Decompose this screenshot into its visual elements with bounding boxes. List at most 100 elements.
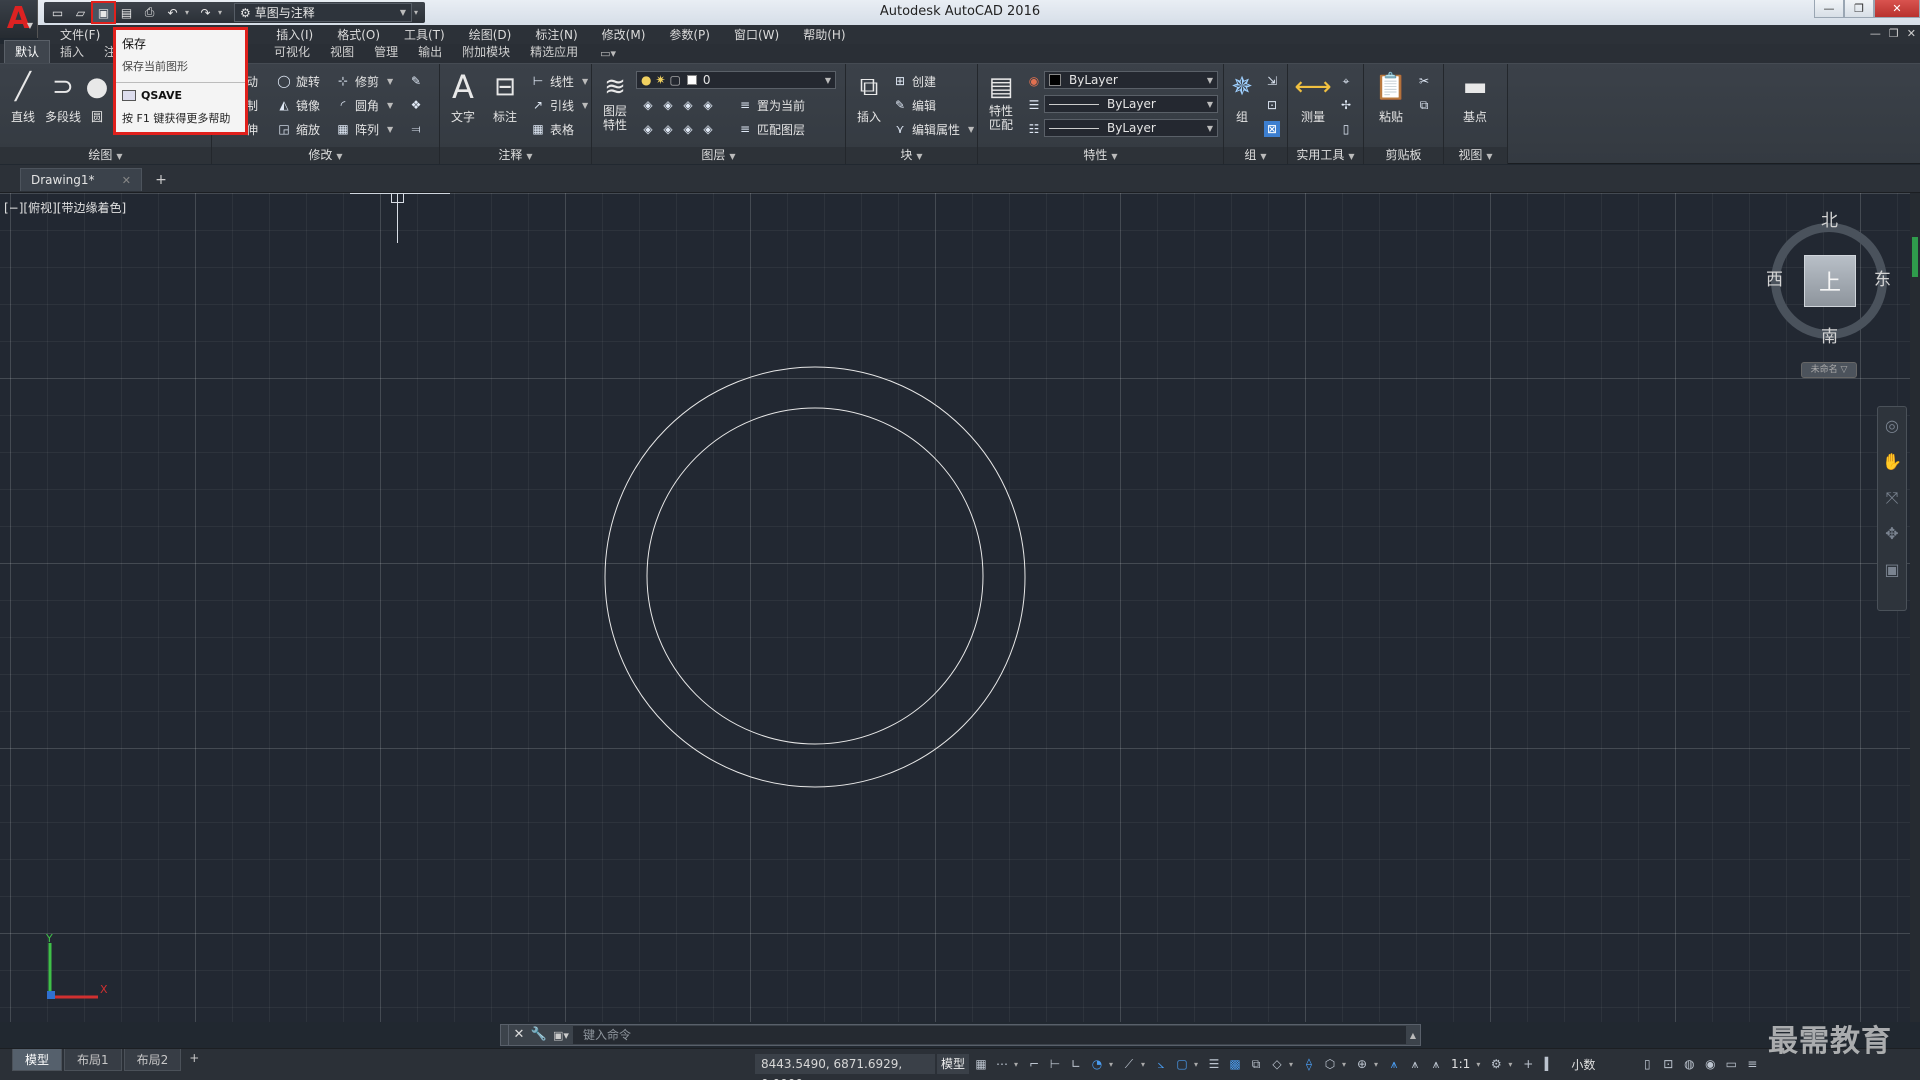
layer-select[interactable]: ● ✷ ▢ 0 ▼ <box>636 71 836 89</box>
command-prompt-icon[interactable]: ▣▾ <box>549 1029 573 1042</box>
polar-tracking-icon[interactable]: ◔ <box>1088 1055 1106 1073</box>
open-icon[interactable]: ▱ <box>70 3 91 22</box>
layer-thaw-icon[interactable]: ◈ <box>680 121 696 137</box>
compass-south[interactable]: 南 <box>1821 322 1838 347</box>
linetype-icon[interactable]: ☰ <box>1026 95 1042 115</box>
trim-button[interactable]: ⊹ 修剪 ▼ <box>335 71 393 91</box>
chevron-down-icon[interactable]: ▾ <box>1508 1060 1516 1069</box>
hardware-accel-icon[interactable]: ◉ <box>1701 1055 1719 1073</box>
array-button[interactable]: ▦ 阵列 ▼ <box>335 119 393 139</box>
chevron-down-icon[interactable]: ▾ <box>1476 1060 1484 1069</box>
transparency-icon[interactable]: ▩ <box>1226 1055 1244 1073</box>
layer-freeze-icon[interactable]: ◈ <box>680 97 696 113</box>
snap-icon[interactable]: ⋯ <box>993 1055 1011 1073</box>
new-icon[interactable]: ▭ <box>47 3 68 22</box>
create-block-button[interactable]: ⊞ 创建 <box>892 71 936 91</box>
linetype-select[interactable]: ByLayer ▼ <box>1044 95 1218 113</box>
paste-button[interactable]: 📋 粘贴 <box>1370 70 1412 125</box>
infer-constraints-icon[interactable]: ⌐ <box>1025 1055 1043 1073</box>
dynamic-ucs-icon[interactable]: ⟠ <box>1300 1055 1318 1073</box>
close-icon[interactable]: ✕ <box>122 174 131 187</box>
add-layout-button[interactable]: + <box>183 1049 205 1067</box>
redo-dropdown-icon[interactable]: ▾ <box>218 8 226 17</box>
saveas-icon[interactable]: ▤ <box>116 3 137 22</box>
gizmo-icon[interactable]: ⊕ <box>1353 1055 1371 1073</box>
base-view-button[interactable]: ▬ 基点 <box>1454 70 1496 125</box>
measure-button[interactable]: ⟷ 测量 <box>1292 70 1334 125</box>
workspace-gear-icon[interactable]: ⚙ <box>1487 1055 1505 1073</box>
wcs-menu[interactable]: 未命名 ▽ <box>1801 362 1857 378</box>
table-button[interactable]: ▦ 表格 <box>530 119 574 139</box>
menu-modify[interactable]: 修改(M) <box>590 26 658 43</box>
command-line-grip[interactable] <box>501 1025 509 1045</box>
point-icon[interactable]: ✢ <box>1338 95 1354 115</box>
save-icon[interactable]: ▣ <box>91 1 116 24</box>
insert-block-button[interactable]: ⧉ 插入 <box>848 70 890 125</box>
edit-block-button[interactable]: ✎ 编辑 <box>892 95 936 115</box>
object-snap-icon[interactable]: ▢ <box>1173 1055 1191 1073</box>
units-value[interactable]: 小数 <box>1571 1056 1595 1073</box>
scale-button[interactable]: ◲ 缩放 <box>276 119 320 139</box>
redo-icon[interactable]: ↷ <box>195 3 216 22</box>
chevron-down-icon[interactable]: ▾ <box>1141 1060 1149 1069</box>
group-edit-icon[interactable]: ⊡ <box>1264 95 1280 115</box>
workspace-switcher[interactable]: ⚙ 草图与注释 ▼ <box>234 3 412 22</box>
undo-icon[interactable]: ↶ <box>162 3 183 22</box>
panel-view-title[interactable]: 视图 ▼ <box>1444 147 1507 164</box>
panel-groups-title[interactable]: 组 ▼ <box>1224 147 1287 164</box>
tab-addins[interactable]: 附加模块 <box>452 41 520 63</box>
ribbon-minimize-icon[interactable]: ▭▾ <box>600 47 616 63</box>
undo-dropdown-icon[interactable]: ▾ <box>185 8 193 17</box>
chevron-down-icon[interactable]: ▾ <box>1109 1060 1117 1069</box>
object-snap-tracking-icon[interactable]: ⦣ <box>1152 1055 1170 1073</box>
customize-qat-icon[interactable]: ▾ <box>414 8 422 17</box>
chevron-down-icon[interactable]: ▾ <box>1374 1060 1382 1069</box>
vertical-scrollbar[interactable] <box>1910 193 1920 1022</box>
selection-cycling-icon[interactable]: ⧉ <box>1247 1055 1265 1073</box>
set-current-button[interactable]: ≡ 置为当前 <box>737 95 805 115</box>
chevron-down-icon[interactable]: ▾ <box>1014 1060 1022 1069</box>
viewcube[interactable]: 上 北 南 东 西 <box>1766 211 1892 353</box>
layer-unisolate-icon[interactable]: ◈ <box>660 121 676 137</box>
line-button[interactable]: ╱ 直线 <box>2 70 44 125</box>
quick-select-icon[interactable]: ⌖ <box>1338 71 1354 91</box>
erase-button[interactable]: ✎ <box>408 71 424 91</box>
edit-attributes-button[interactable]: ⋎ 编辑属性 ▼ <box>892 119 975 139</box>
layer-unlock-icon[interactable]: ◈ <box>700 121 716 137</box>
panel-utilities-title[interactable]: 实用工具 ▼ <box>1288 147 1363 164</box>
isolate-objects-icon[interactable]: ◍ <box>1680 1055 1698 1073</box>
chevron-down-icon[interactable]: ▾ <box>1194 1060 1202 1069</box>
tab-insert[interactable]: 插入 <box>50 41 94 63</box>
3d-osnap-icon[interactable]: ◇ <box>1268 1055 1286 1073</box>
orbit-icon[interactable]: ✥ <box>1881 523 1903 545</box>
tab-view[interactable]: 视图 <box>320 41 364 63</box>
drawing-canvas[interactable]: [−][俯视][带边缘着色] 上 北 南 东 西 未命名 ▽ ◎ ✋ ⤧ ✥ ▣ <box>0 193 1920 1022</box>
customization-icon[interactable]: ≡ <box>1743 1055 1761 1073</box>
doc-minimize-button[interactable]: — <box>1870 27 1881 40</box>
polyline-button[interactable]: ⊃ 多段线 <box>42 70 84 125</box>
new-tab-button[interactable]: + <box>152 171 170 189</box>
match-properties-button[interactable]: ▤ 特性 匹配 <box>980 70 1022 132</box>
explode-button[interactable]: ❖ <box>408 95 424 115</box>
panel-clipboard-title[interactable]: 剪贴板 <box>1364 147 1443 164</box>
compass-east[interactable]: 东 <box>1874 265 1891 290</box>
outer-circle[interactable] <box>604 366 1026 788</box>
close-icon[interactable]: ✕ <box>509 1025 529 1045</box>
model-space-button[interactable]: 模型 <box>937 1054 970 1074</box>
quick-properties-icon[interactable]: ▯ <box>1638 1055 1656 1073</box>
cut-icon[interactable]: ✂ <box>1416 71 1432 91</box>
group-button[interactable]: ✵ 组 <box>1226 70 1258 125</box>
tab-layout1[interactable]: 布局1 <box>64 1049 122 1071</box>
steering-wheel-icon[interactable]: ◎ <box>1881 415 1903 437</box>
compass-west[interactable]: 西 <box>1766 265 1783 290</box>
clean-screen-icon[interactable]: ▭ <box>1722 1055 1740 1073</box>
inner-circle[interactable] <box>646 407 984 745</box>
chevron-up-icon[interactable]: ▲ <box>1406 1031 1420 1040</box>
isodraft-icon[interactable]: ⟋ <box>1120 1055 1138 1073</box>
ortho-icon[interactable]: ∟ <box>1067 1055 1085 1073</box>
pan-icon[interactable]: ✋ <box>1881 451 1903 473</box>
tab-output[interactable]: 输出 <box>408 41 452 63</box>
leader-button[interactable]: ↗ 引线 ▼ <box>530 95 588 115</box>
tab-visualize[interactable]: 可视化 <box>264 41 320 63</box>
calculator-icon[interactable]: ▯ <box>1338 119 1354 139</box>
